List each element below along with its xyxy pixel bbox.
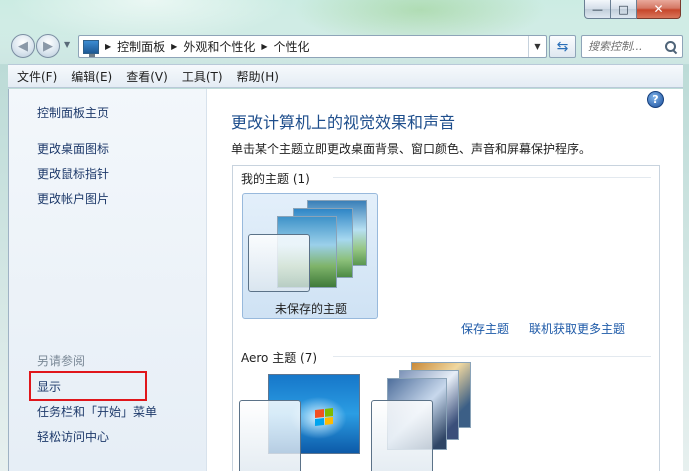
sidebar-link-mouse-pointers[interactable]: 更改鼠标指针	[37, 165, 109, 182]
window-color-swatch	[239, 400, 301, 471]
windows-logo-icon	[315, 408, 333, 426]
main-panel: ? 更改计算机上的视觉效果和声音 单击某个主题立即更改桌面背景、窗口颜色、声音和…	[208, 89, 664, 471]
address-bar[interactable]: ▶ 控制面板 ▶ 外观和个性化 ▶ 个性化 ▼	[78, 35, 547, 58]
chevron-right-icon[interactable]: ▶	[261, 42, 267, 51]
group-divider	[333, 356, 651, 357]
forward-button[interactable]: ▶	[36, 34, 60, 58]
page-title: 更改计算机上的视觉效果和声音	[231, 113, 456, 132]
sidebar-link-desktop-icons[interactable]: 更改桌面图标	[37, 140, 109, 157]
breadcrumb-control-panel[interactable]: 控制面板	[117, 38, 165, 55]
breadcrumb-appearance[interactable]: 外观和个性化	[183, 38, 255, 55]
menu-edit[interactable]: 编辑(E)	[64, 68, 119, 85]
window-color-swatch	[371, 400, 433, 471]
sidebar-link-display[interactable]: 显示	[37, 378, 61, 395]
search-icon[interactable]	[665, 40, 677, 53]
search-input[interactable]	[588, 40, 658, 53]
window-frame: — □ ✕ ◀ ▶ ▼ ▶ 控制面板 ▶ 外观和个性化 ▶ 个性化 ▼ ⇆ 文件…	[0, 0, 689, 471]
sidebar-link-taskbar-start-menu[interactable]: 任务栏和「开始」菜单	[37, 403, 157, 420]
group-divider	[333, 177, 651, 178]
theme-list: 我的主题 (1) 未保存的主题 保存主题 联机获取更多主题 Aero 主题 (7…	[232, 165, 660, 471]
minimize-button[interactable]: —	[584, 0, 611, 19]
see-also-heading: 另请参阅	[37, 354, 86, 368]
menu-tools[interactable]: 工具(T)	[175, 68, 230, 85]
chevron-right-icon[interactable]: ▶	[171, 42, 177, 51]
theme-architecture[interactable]	[371, 362, 483, 471]
help-icon[interactable]: ?	[647, 91, 664, 108]
back-button[interactable]: ◀	[11, 34, 35, 58]
theme-thumbnail	[247, 198, 375, 294]
sidebar-link-control-panel-home[interactable]: 控制面板主页	[37, 104, 109, 121]
menu-view[interactable]: 查看(V)	[119, 68, 175, 85]
content-area: 控制面板主页 更改桌面图标 更改鼠标指针 更改帐户图片 另请参阅 显示 任务栏和…	[8, 89, 683, 471]
theme-unsaved[interactable]: 未保存的主题	[242, 193, 378, 319]
close-button[interactable]: ✕	[637, 0, 681, 19]
sidebar-link-account-picture[interactable]: 更改帐户图片	[37, 190, 109, 207]
caption-buttons: — □ ✕	[584, 0, 681, 19]
task-sidebar: 控制面板主页 更改桌面图标 更改鼠标指针 更改帐户图片 另请参阅 显示 任务栏和…	[9, 89, 207, 471]
refresh-icon: ⇆	[556, 38, 569, 55]
navigation-bar: ◀ ▶ ▼ ▶ 控制面板 ▶ 外观和个性化 ▶ 个性化 ▼ ⇆	[8, 33, 683, 59]
sidebar-link-ease-of-access[interactable]: 轻松访问中心	[37, 428, 109, 445]
get-more-themes-online-link[interactable]: 联机获取更多主题	[529, 320, 625, 337]
my-themes-label: 我的主题 (1)	[241, 172, 310, 186]
address-dropdown-icon[interactable]: ▼	[528, 36, 546, 57]
theme-windows-7[interactable]	[239, 374, 360, 471]
theme-name-unsaved: 未保存的主题	[274, 302, 347, 316]
aero-themes-label: Aero 主题 (7)	[241, 351, 318, 365]
menu-file[interactable]: 文件(F)	[10, 68, 64, 85]
chevron-right-icon[interactable]: ▶	[105, 42, 111, 51]
menu-help[interactable]: 帮助(H)	[230, 68, 286, 85]
maximize-button[interactable]: □	[611, 0, 637, 19]
recent-pages-dropdown-icon[interactable]: ▼	[64, 40, 70, 49]
control-panel-icon	[83, 39, 99, 57]
window-color-swatch	[248, 234, 310, 292]
refresh-button[interactable]: ⇆	[549, 35, 576, 58]
search-box[interactable]	[581, 35, 683, 58]
breadcrumb-personalization[interactable]: 个性化	[274, 38, 310, 55]
save-theme-link[interactable]: 保存主题	[461, 320, 509, 337]
menu-bar: 文件(F) 编辑(E) 查看(V) 工具(T) 帮助(H)	[8, 64, 683, 88]
page-subtitle: 单击某个主题立即更改桌面背景、窗口颜色、声音和屏幕保护程序。	[231, 142, 592, 156]
